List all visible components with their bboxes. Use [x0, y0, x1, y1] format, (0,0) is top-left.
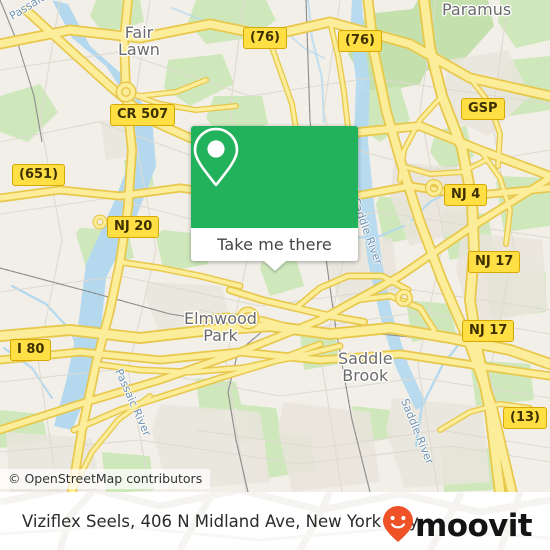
take-me-there-callout[interactable]: Take me there [191, 126, 358, 271]
moovit-map-screen: .land{fill:#f2efe9} .bld{fill:#e9e5dd} .… [0, 0, 550, 550]
callout-pointer [263, 261, 286, 271]
moovit-smiley-pin-icon [382, 505, 414, 548]
moovit-wordmark: moovit [415, 508, 533, 544]
callout-action-bar[interactable]: Take me there [191, 228, 358, 271]
moovit-logo[interactable]: moovit [382, 505, 533, 548]
footer-bar: Viziflex Seels, 406 N Midland Ave, New Y… [0, 492, 550, 550]
callout-pin-area [191, 126, 358, 228]
take-me-there-label: Take me there [217, 235, 332, 254]
location-title: Viziflex Seels, 406 N Midland Ave, New Y… [22, 511, 419, 531]
map-canvas[interactable]: .land{fill:#f2efe9} .bld{fill:#e9e5dd} .… [0, 0, 550, 492]
osm-attribution[interactable]: © OpenStreetMap contributors [0, 469, 211, 489]
